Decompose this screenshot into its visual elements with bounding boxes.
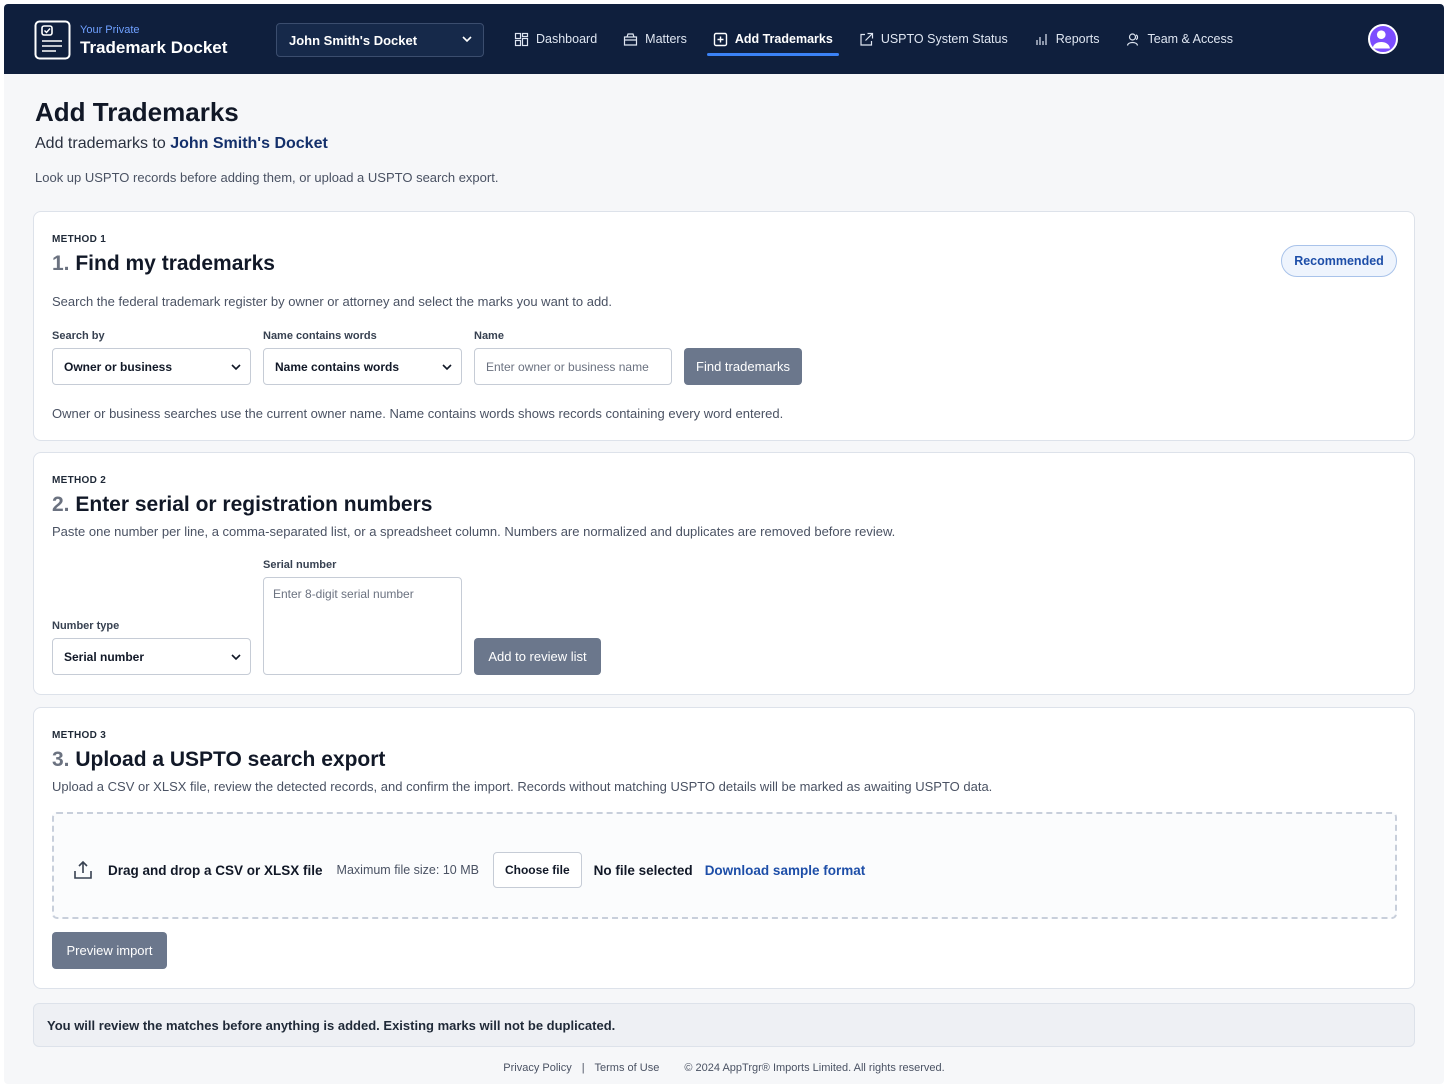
terms-of-use-link[interactable]: Terms of Use <box>595 1062 660 1074</box>
top-navbar: Your Private Trademark Docket John Smith… <box>4 4 1444 74</box>
user-icon <box>1126 32 1138 46</box>
dashboard-icon <box>514 32 529 46</box>
footer-separator: | <box>581 1062 585 1074</box>
page-title: Add Trademarks <box>35 97 239 127</box>
nav-matters[interactable]: Matters <box>623 4 687 74</box>
method3-description: Upload a CSV or XLSX file, review the de… <box>52 779 993 794</box>
review-notice: You will review the matches before anyth… <box>33 1003 1415 1047</box>
docket-selector-value: John Smith's Docket <box>289 32 418 48</box>
name-label: Name <box>474 330 504 342</box>
docket-logo-icon <box>34 20 71 60</box>
preview-import-button[interactable]: Preview import <box>52 932 167 969</box>
method3-tag: METHOD 3 <box>52 730 107 741</box>
chevron-down-icon <box>442 364 452 371</box>
search-by-label: Search by <box>52 330 105 342</box>
add-to-review-list-button[interactable]: Add to review list <box>474 638 601 675</box>
recommended-badge: Recommended <box>1281 245 1397 277</box>
serial-number-textarea[interactable] <box>263 577 462 675</box>
nav-reports-label: Reports <box>1055 32 1100 46</box>
copyright-text: © 2024 AppTrgr® Imports Limited. All rig… <box>684 1062 945 1074</box>
match-mode-label: Name contains words <box>263 330 377 342</box>
brand[interactable]: Your Private Trademark Docket <box>80 24 227 59</box>
nav-add-trademarks-label: Add Trademarks <box>734 32 833 46</box>
serial-number-label: Serial number <box>263 559 337 571</box>
nav-uspto-status[interactable]: USPTO System Status <box>859 4 1008 74</box>
page-subtitle-docket: John Smith's Docket <box>170 135 328 152</box>
external-link-icon <box>860 32 873 46</box>
dropzone-content: Drag and drop a CSV or XLSX file Maximum… <box>72 852 865 888</box>
number-type-label: Number type <box>52 620 120 632</box>
choose-file-button[interactable]: Choose file <box>492 852 582 888</box>
nav-team-access-label: Team & Access <box>1147 32 1233 46</box>
method2-card: METHOD 2 2. Enter serial or registration… <box>33 452 1415 695</box>
briefcase-icon <box>624 32 638 46</box>
chevron-down-icon <box>231 364 241 371</box>
nav-matters-label: Matters <box>645 32 687 46</box>
method3-title: 3. Upload a USPTO search export <box>52 748 385 772</box>
method1-number: 1. <box>52 252 70 275</box>
search-by-select[interactable]: Owner or business <box>52 348 251 385</box>
number-type-select[interactable]: Serial number <box>52 638 251 675</box>
match-mode-select[interactable]: Name contains words <box>263 348 462 385</box>
find-trademarks-button[interactable]: Find trademarks <box>684 348 802 385</box>
avatar-person-icon <box>1372 30 1390 49</box>
method2-tag: METHOD 2 <box>52 475 107 486</box>
method3-title-text: Upload a USPTO search export <box>75 748 386 771</box>
user-avatar[interactable] <box>1368 24 1398 54</box>
nav-uspto-status-label: USPTO System Status <box>880 32 1008 46</box>
dropzone-label: Drag and drop a CSV or XLSX file <box>108 862 323 878</box>
method1-title: 1. Find my trademarks <box>52 252 275 276</box>
method2-title-text: Enter serial or registration numbers <box>75 493 433 516</box>
match-mode-value: Name contains words <box>275 359 400 374</box>
search-by-value: Owner or business <box>64 359 173 374</box>
upload-icon <box>74 860 92 879</box>
method1-description: Search the federal trademark register by… <box>52 294 613 309</box>
owner-name-input[interactable] <box>474 348 672 385</box>
bar-chart-icon <box>1036 33 1047 45</box>
max-file-size: Maximum file size: 10 MB <box>336 863 479 877</box>
chevron-down-icon <box>231 654 241 661</box>
method1-hint: Owner or business searches use the curre… <box>52 406 784 421</box>
app-window: Your Private Trademark Docket John Smith… <box>4 4 1444 1084</box>
method1-title-text: Find my trademarks <box>75 252 275 275</box>
method2-title: 2. Enter serial or registration numbers <box>52 493 432 517</box>
footer: Privacy Policy | Terms of Use © 2024 App… <box>4 1062 1444 1074</box>
docket-selector[interactable]: John Smith's Docket <box>276 23 484 57</box>
file-dropzone[interactable]: Drag and drop a CSV or XLSX file Maximum… <box>52 812 1397 919</box>
method2-number: 2. <box>52 493 70 516</box>
download-sample-link[interactable]: Download sample format <box>705 863 866 878</box>
privacy-policy-link[interactable]: Privacy Policy <box>503 1062 571 1074</box>
brand-subtitle: Your Private <box>80 24 140 36</box>
method2-description: Paste one number per line, a comma-separ… <box>52 524 896 539</box>
page-subtitle-prefix: Add trademarks to <box>35 135 166 152</box>
plus-square-icon <box>713 32 728 46</box>
chevron-down-icon <box>462 36 472 43</box>
page-description: Look up USPTO records before adding them… <box>35 170 499 185</box>
nav-reports[interactable]: Reports <box>1034 4 1100 74</box>
nav-dashboard-label: Dashboard <box>536 32 598 46</box>
nav-team-access[interactable]: Team & Access <box>1126 4 1233 74</box>
method3-card: METHOD 3 3. Upload a USPTO search export… <box>33 707 1415 989</box>
nav-add-trademarks[interactable]: Add Trademarks <box>706 4 839 74</box>
file-status: No file selected <box>593 862 693 878</box>
method1-card: METHOD 1 1. Find my trademarks Recommend… <box>33 211 1415 441</box>
method3-number: 3. <box>52 748 70 771</box>
main-nav: Dashboard Matters Add Trademarks USPTO S… <box>514 4 1259 74</box>
brand-title: Trademark Docket <box>80 38 228 57</box>
method1-tag: METHOD 1 <box>52 234 107 245</box>
number-type-value: Serial number <box>64 649 145 664</box>
nav-dashboard[interactable]: Dashboard <box>514 4 597 74</box>
page-subtitle: Add trademarks to John Smith's Docket <box>35 135 328 153</box>
